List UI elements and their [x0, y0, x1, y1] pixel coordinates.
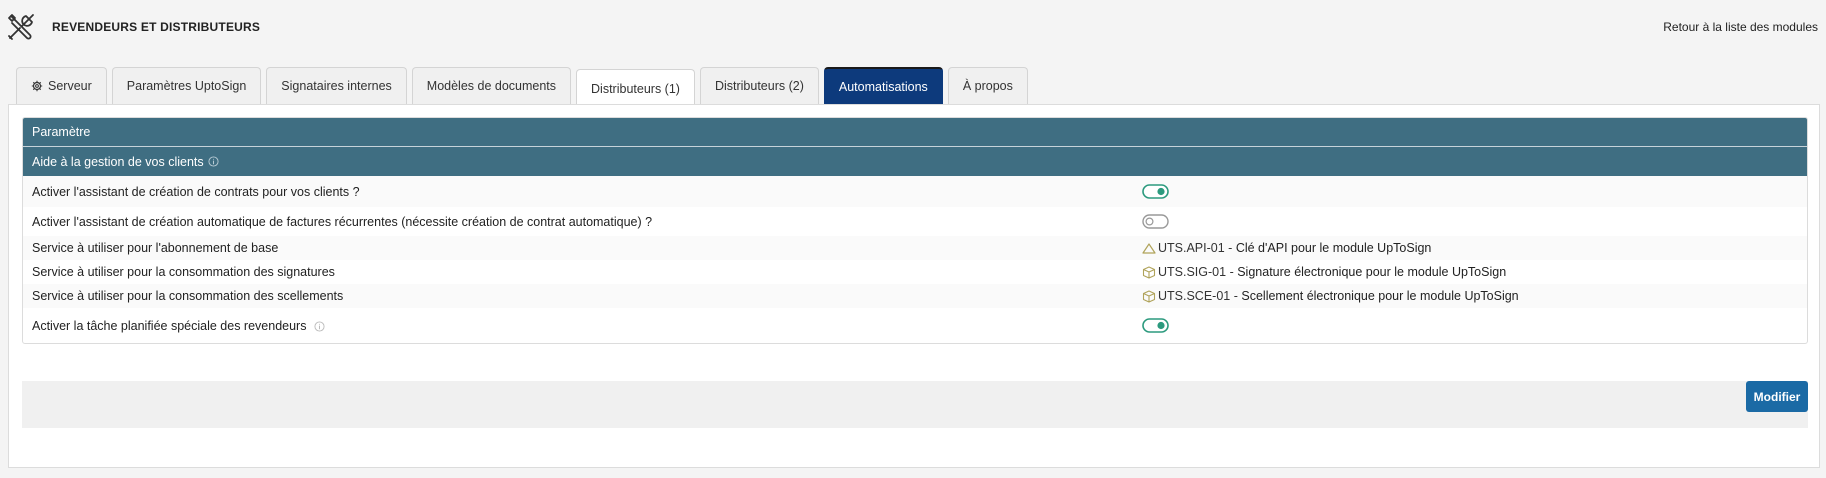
separator: -: [1233, 289, 1238, 303]
setting-label: Activer l'assistant de création de contr…: [32, 184, 360, 199]
settings-table: Paramètre Aide à la gestion de vos clien…: [22, 117, 1808, 344]
table-row: Service à utiliser pour l'abonnement de …: [23, 236, 1807, 260]
tab-parametres-uptosign[interactable]: Paramètres UptoSign: [111, 67, 262, 104]
section-header: Aide à la gestion de vos clients: [23, 147, 1807, 176]
table-row: Activer la tâche planifiée spéciale des …: [23, 308, 1807, 343]
tab-label: Serveur: [48, 79, 92, 93]
table-row: Activer l'assistant de création de contr…: [23, 176, 1807, 207]
toggle-on-icon[interactable]: [1142, 184, 1169, 199]
setting-value: UTS.API-01 - Clé d'API pour le module Up…: [1142, 241, 1431, 255]
setting-label: Activer l'assistant de création automati…: [32, 214, 653, 229]
back-to-modules-link[interactable]: Retour à la liste des modules: [1663, 20, 1818, 34]
setting-label-text: Activer la tâche planifiée spéciale des …: [32, 318, 307, 333]
setting-value: [1142, 318, 1169, 333]
section-header-label: Aide à la gestion de vos clients: [32, 154, 204, 169]
setting-value: [1142, 184, 1169, 199]
form-actions-bar: Modifier: [22, 381, 1808, 428]
setting-value: UTS.SIG-01 - Signature électronique pour…: [1142, 265, 1506, 279]
service-description: Clé d'API pour le module UpToSign: [1235, 241, 1432, 255]
service-code[interactable]: UTS.API-01: [1158, 241, 1225, 255]
tab-label: À propos: [962, 79, 1013, 93]
tab-label: Signataires internes: [281, 79, 392, 93]
service-icon: [1142, 242, 1156, 254]
service-description: Scellement électronique pour le module U…: [1241, 289, 1519, 303]
tab-label: Modèles de documents: [426, 79, 557, 93]
tab-modeles-documents[interactable]: Modèles de documents: [411, 67, 572, 104]
tab-serveur[interactable]: Serveur: [16, 67, 107, 104]
separator: -: [1228, 241, 1233, 255]
tab-distributeurs-1[interactable]: Distributeurs (1): [576, 69, 695, 107]
setting-label: Service à utiliser pour la consommation …: [32, 289, 344, 303]
toggle-off-icon[interactable]: [1142, 214, 1169, 229]
setting-value: UTS.SCE-01 - Scellement électronique pou…: [1142, 289, 1519, 303]
toggle-on-icon[interactable]: [1142, 318, 1169, 333]
table-header-label: Paramètre: [32, 125, 91, 139]
info-icon[interactable]: [208, 156, 219, 167]
settings-rows: Activer l'assistant de création de contr…: [23, 176, 1807, 343]
service-code[interactable]: UTS.SCE-01: [1158, 289, 1230, 303]
setting-label: Service à utiliser pour la consommation …: [32, 265, 335, 279]
tab-label: Paramètres UptoSign: [126, 79, 247, 93]
page-header: REVENDEURS ET DISTRIBUTEURS Retour à la …: [0, 0, 1826, 54]
setting-label: Service à utiliser pour l'abonnement de …: [32, 241, 279, 255]
tab-distributeurs-2[interactable]: Distributeurs (2): [699, 67, 819, 104]
separator: -: [1229, 265, 1234, 279]
page-title: REVENDEURS ET DISTRIBUTEURS: [52, 20, 261, 34]
tab-label: Automatisations: [838, 79, 928, 94]
table-row: Activer l'assistant de création automati…: [23, 207, 1807, 236]
product-box-icon: [1142, 265, 1156, 279]
setting-label: Activer la tâche planifiée spéciale des …: [32, 319, 1142, 333]
tab-automatisations[interactable]: Automatisations: [823, 67, 943, 104]
info-icon[interactable]: [314, 321, 325, 332]
tab-label: Distributeurs (1): [591, 81, 680, 96]
tab-a-propos[interactable]: À propos: [947, 67, 1028, 104]
service-code[interactable]: UTS.SIG-01: [1158, 265, 1226, 279]
gear-icon: [31, 80, 43, 92]
tab-label: Distributeurs (2): [714, 79, 804, 93]
table-row: Service à utiliser pour la consommation …: [23, 284, 1807, 308]
tab-bar: Serveur Paramètres UptoSign Signataires …: [16, 67, 1033, 107]
table-header: Paramètre: [23, 118, 1807, 147]
tools-icon: [8, 14, 34, 40]
setting-value: [1142, 214, 1169, 229]
table-row: Service à utiliser pour la consommation …: [23, 260, 1807, 284]
service-description: Signature électronique pour le module Up…: [1237, 265, 1507, 279]
modify-button[interactable]: Modifier: [1746, 381, 1808, 412]
tab-signataires-internes[interactable]: Signataires internes: [266, 67, 407, 104]
content-panel: Paramètre Aide à la gestion de vos clien…: [8, 104, 1820, 468]
product-box-icon: [1142, 289, 1156, 303]
